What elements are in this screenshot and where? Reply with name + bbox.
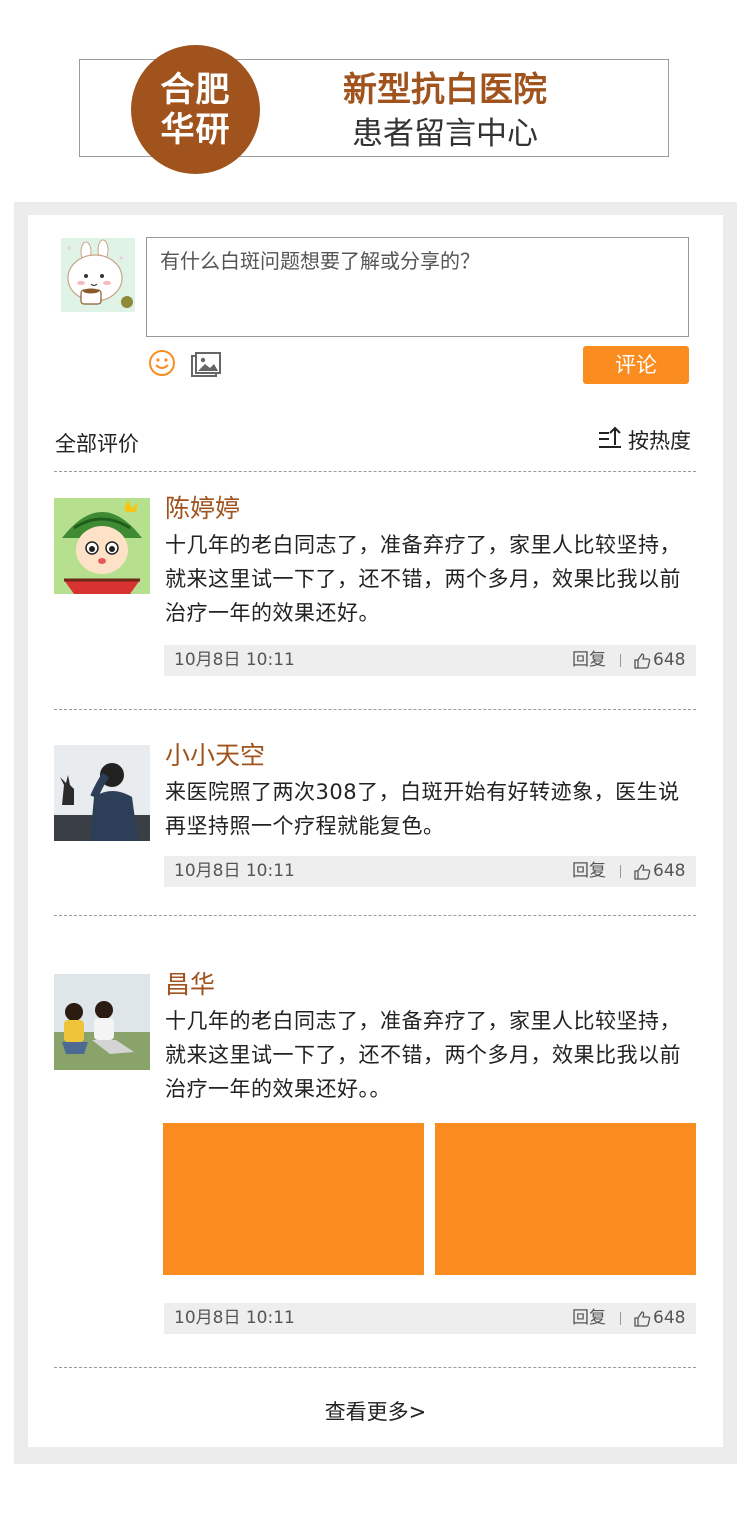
- reply-button[interactable]: 回复: [572, 1303, 606, 1334]
- meta-separator: [620, 865, 621, 878]
- smiley-icon[interactable]: [148, 349, 176, 381]
- reply-button[interactable]: 回复: [572, 645, 606, 676]
- commenter-avatar[interactable]: [54, 498, 150, 594]
- page-subtitle: 患者留言中心: [352, 116, 538, 152]
- divider: [54, 471, 696, 472]
- like-count: 648: [653, 1308, 686, 1328]
- thumbs-up-icon: [634, 1310, 651, 1327]
- comment-meta-bar: 10月8日 10:11 回复 648: [164, 856, 696, 887]
- commenter-name[interactable]: 小小天空: [165, 740, 265, 772]
- sort-label: 按热度: [628, 429, 691, 453]
- divider: [54, 1367, 696, 1368]
- like-count: 648: [653, 650, 686, 670]
- like-button[interactable]: 648: [633, 645, 685, 676]
- comment-text: 十几年的老白同志了，准备弃疗了，家里人比较坚持，就来这里试一下了，还不错，两个多…: [165, 533, 681, 625]
- meta-separator: [620, 1312, 621, 1325]
- commenter-name[interactable]: 昌华: [165, 969, 215, 1001]
- comment-panel: 有什么白斑问题想要了解或分享的？ 评论 全部评价 按热度 陈婷婷 十几年的老白同…: [28, 215, 723, 1447]
- thumbs-up-icon: [634, 652, 651, 669]
- comment-photo[interactable]: [435, 1123, 696, 1275]
- commenter-avatar[interactable]: [54, 745, 150, 841]
- comment-input[interactable]: 有什么白斑问题想要了解或分享的？: [146, 237, 689, 337]
- commenter-avatar[interactable]: [54, 974, 150, 1070]
- sort-icon: [598, 426, 622, 455]
- meta-separator: [620, 654, 621, 667]
- submit-comment-button[interactable]: 评论: [583, 346, 689, 384]
- comment-meta-bar: 10月8日 10:11 回复 648: [164, 1303, 696, 1334]
- sort-by-popularity[interactable]: 按热度: [598, 425, 691, 455]
- reply-button[interactable]: 回复: [572, 856, 606, 887]
- all-reviews-label: 全部评价: [55, 432, 139, 456]
- comment-meta-bar: 10月8日 10:11 回复 648: [164, 645, 696, 676]
- thumbs-up-icon: [634, 863, 651, 880]
- view-more-link[interactable]: 查看更多>: [28, 1396, 723, 1426]
- comment-photo[interactable]: [163, 1123, 424, 1275]
- logo-line-2: 华研: [160, 109, 231, 150]
- like-button[interactable]: 648: [633, 1303, 685, 1334]
- divider: [54, 709, 696, 710]
- comment-time: 10月8日 10:11: [174, 1308, 295, 1328]
- hospital-logo: 合肥 华研: [131, 45, 260, 174]
- commenter-name[interactable]: 陈婷婷: [165, 493, 240, 525]
- comment-time: 10月8日 10:11: [174, 650, 295, 670]
- comment-text: 来医院照了两次308了，白斑开始有好转迹象，医生说再坚持照一个疗程就能复色。: [165, 780, 680, 838]
- comment-panel-frame: 有什么白斑问题想要了解或分享的？ 评论 全部评价 按热度 陈婷婷 十几年的老白同…: [14, 202, 737, 1464]
- current-user-avatar: [61, 238, 135, 312]
- comment-text: 十几年的老白同志了，准备弃疗了，家里人比较坚持，就来这里试一下了，还不错，两个多…: [165, 1009, 681, 1101]
- divider: [54, 915, 696, 916]
- logo-line-1: 合肥: [160, 69, 231, 110]
- comment-time: 10月8日 10:11: [174, 861, 295, 881]
- page-title: 新型抗白医院: [343, 70, 547, 110]
- image-icon[interactable]: [190, 351, 222, 383]
- like-button[interactable]: 648: [633, 856, 685, 887]
- like-count: 648: [653, 861, 686, 881]
